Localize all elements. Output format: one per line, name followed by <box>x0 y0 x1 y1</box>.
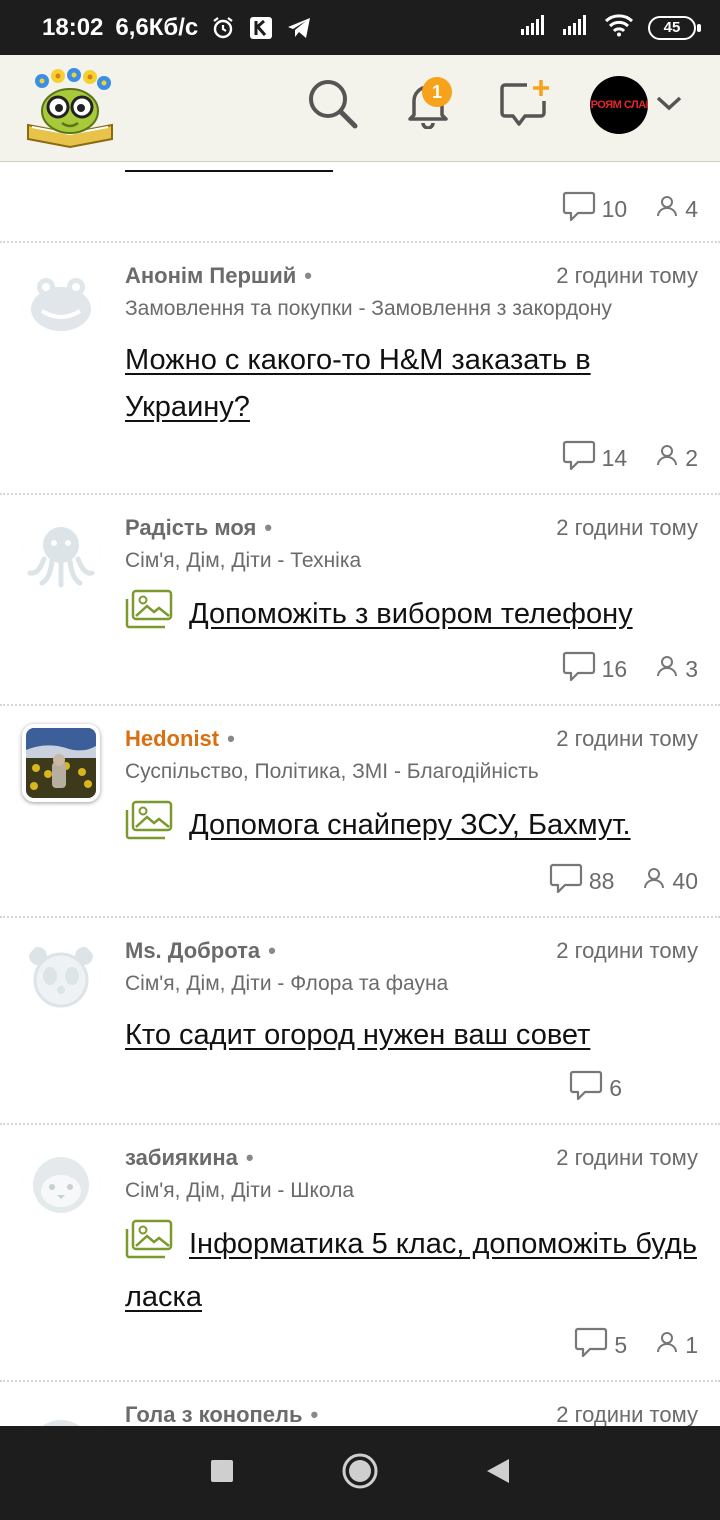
signal-icon-2 <box>562 14 590 41</box>
home-button[interactable] <box>341 1452 379 1495</box>
comment-icon <box>569 1069 603 1107</box>
app-header: 1 ГЕРОЯМ СЛАВА <box>0 55 720 162</box>
user-avatar-text: ГЕРОЯМ СЛАВА <box>590 99 648 111</box>
image-icon <box>125 800 175 855</box>
comment-icon <box>562 439 596 477</box>
list-item[interactable]: Ms. Доброта • 2 години тому Сім'я, Дім, Д… <box>0 918 720 1125</box>
comment-icon <box>549 862 583 900</box>
user-icon <box>642 866 666 896</box>
topic-title-partial[interactable] <box>125 162 700 187</box>
topic-category[interactable]: Сім'я, Дім, Діти - Школа <box>125 1179 700 1203</box>
list-item[interactable]: Hedonist • 2 години тому Суспільство, Пол… <box>0 706 720 918</box>
list-item[interactable]: Радість моя • 2 години тому Сім'я, Дім, Д… <box>0 495 720 706</box>
participants-count: 2 <box>655 443 698 473</box>
topic-title[interactable]: Інформатика 5 клас, допоможіть будь ласк… <box>125 1219 700 1321</box>
chevron-down-icon[interactable] <box>654 93 684 118</box>
signal-icon <box>520 14 548 41</box>
topic-author[interactable]: Радість моя • <box>125 515 272 541</box>
topic-author[interactable]: забиякина • <box>125 1145 254 1171</box>
comments-count: 16 <box>562 650 627 688</box>
telegram-icon <box>286 15 312 41</box>
back-button[interactable] <box>485 1457 511 1490</box>
topic-author[interactable]: Гола з конопель • <box>125 1402 318 1426</box>
participants-count: 4 <box>655 194 698 224</box>
topic-time: 2 години тому <box>556 1402 698 1426</box>
recents-button[interactable] <box>209 1458 235 1489</box>
status-time: 18:02 <box>42 13 104 41</box>
topic-title[interactable]: Допоможіть з вибором телефону <box>125 589 700 644</box>
participants-count: 40 <box>642 866 698 896</box>
comments-count: 6 <box>569 1069 622 1107</box>
avatar[interactable] <box>22 1145 100 1223</box>
alarm-icon <box>210 15 236 41</box>
new-topic-button[interactable] <box>492 73 556 137</box>
avatar[interactable] <box>22 263 100 341</box>
list-item[interactable]: 10 4 <box>0 162 720 243</box>
topic-title[interactable]: Допомога снайперу ЗСУ, Бахмут. <box>125 800 700 855</box>
topic-time: 2 години тому <box>556 263 698 288</box>
site-logo[interactable] <box>24 67 116 149</box>
avatar[interactable] <box>22 515 100 593</box>
topic-category[interactable]: Суспільство, Політика, ЗМІ - Благодійніс… <box>125 760 700 784</box>
user-icon <box>655 194 679 224</box>
user-icon <box>655 443 679 473</box>
topic-title[interactable]: Можно с какого-то H&M заказать в Украину… <box>125 337 700 431</box>
topic-feed: 10 4 Анонім Перший • 2 години тому Замовл… <box>0 162 720 1426</box>
user-icon <box>655 1330 679 1360</box>
topic-category[interactable]: Сім'я, Дім, Діти - Флора та фауна <box>125 972 700 996</box>
topic-category[interactable]: Замовлення та покупки - Замовлення з зак… <box>125 297 700 321</box>
comments-count: 88 <box>549 862 614 900</box>
system-nav-bar <box>0 1426 720 1520</box>
topic-title[interactable]: Кто садит огород нужен ваш совет <box>125 1012 700 1059</box>
avatar[interactable] <box>22 938 100 1016</box>
comments-count: 10 <box>562 190 627 228</box>
status-bar: 18:02 6,6Кб/с 45 <box>0 0 720 55</box>
avatar[interactable] <box>22 1402 100 1426</box>
participants-count: 3 <box>655 654 698 684</box>
search-button[interactable] <box>300 73 364 137</box>
comments-count: 5 <box>574 1326 627 1364</box>
topic-author[interactable]: Hedonist • <box>125 726 235 752</box>
list-item[interactable]: Гола з конопель • 2 години тому <box>0 1382 720 1426</box>
topic-category[interactable]: Сім'я, Дім, Діти - Техніка <box>125 549 700 573</box>
comments-count: 14 <box>562 439 627 477</box>
user-avatar[interactable]: ГЕРОЯМ СЛАВА <box>590 76 648 134</box>
topic-author[interactable]: Анонім Перший • <box>125 263 312 289</box>
participants-count: 1 <box>655 1330 698 1360</box>
list-item[interactable]: Анонім Перший • 2 години тому Замовлення … <box>0 243 720 495</box>
topic-time: 2 години тому <box>556 1145 698 1170</box>
user-icon <box>655 654 679 684</box>
add-comment-icon <box>497 77 551 134</box>
comment-icon <box>574 1326 608 1364</box>
kinopoisk-icon <box>248 15 274 41</box>
topic-time: 2 години тому <box>556 515 698 540</box>
wifi-icon <box>604 13 634 42</box>
status-net-speed: 6,6Кб/с <box>115 13 199 41</box>
avatar[interactable] <box>22 724 100 802</box>
image-icon <box>125 1219 175 1274</box>
topic-time: 2 години тому <box>556 938 698 963</box>
battery-indicator: 45 <box>648 15 701 40</box>
notification-badge: 1 <box>422 77 452 107</box>
topic-time: 2 години тому <box>556 726 698 751</box>
topic-author[interactable]: Ms. Доброта • <box>125 938 276 964</box>
comment-icon <box>562 190 596 228</box>
image-icon <box>125 589 175 644</box>
list-item[interactable]: забиякина • 2 години тому Сім'я, Дім, Діт… <box>0 1125 720 1382</box>
search-icon <box>306 77 358 134</box>
comment-icon <box>562 650 596 688</box>
